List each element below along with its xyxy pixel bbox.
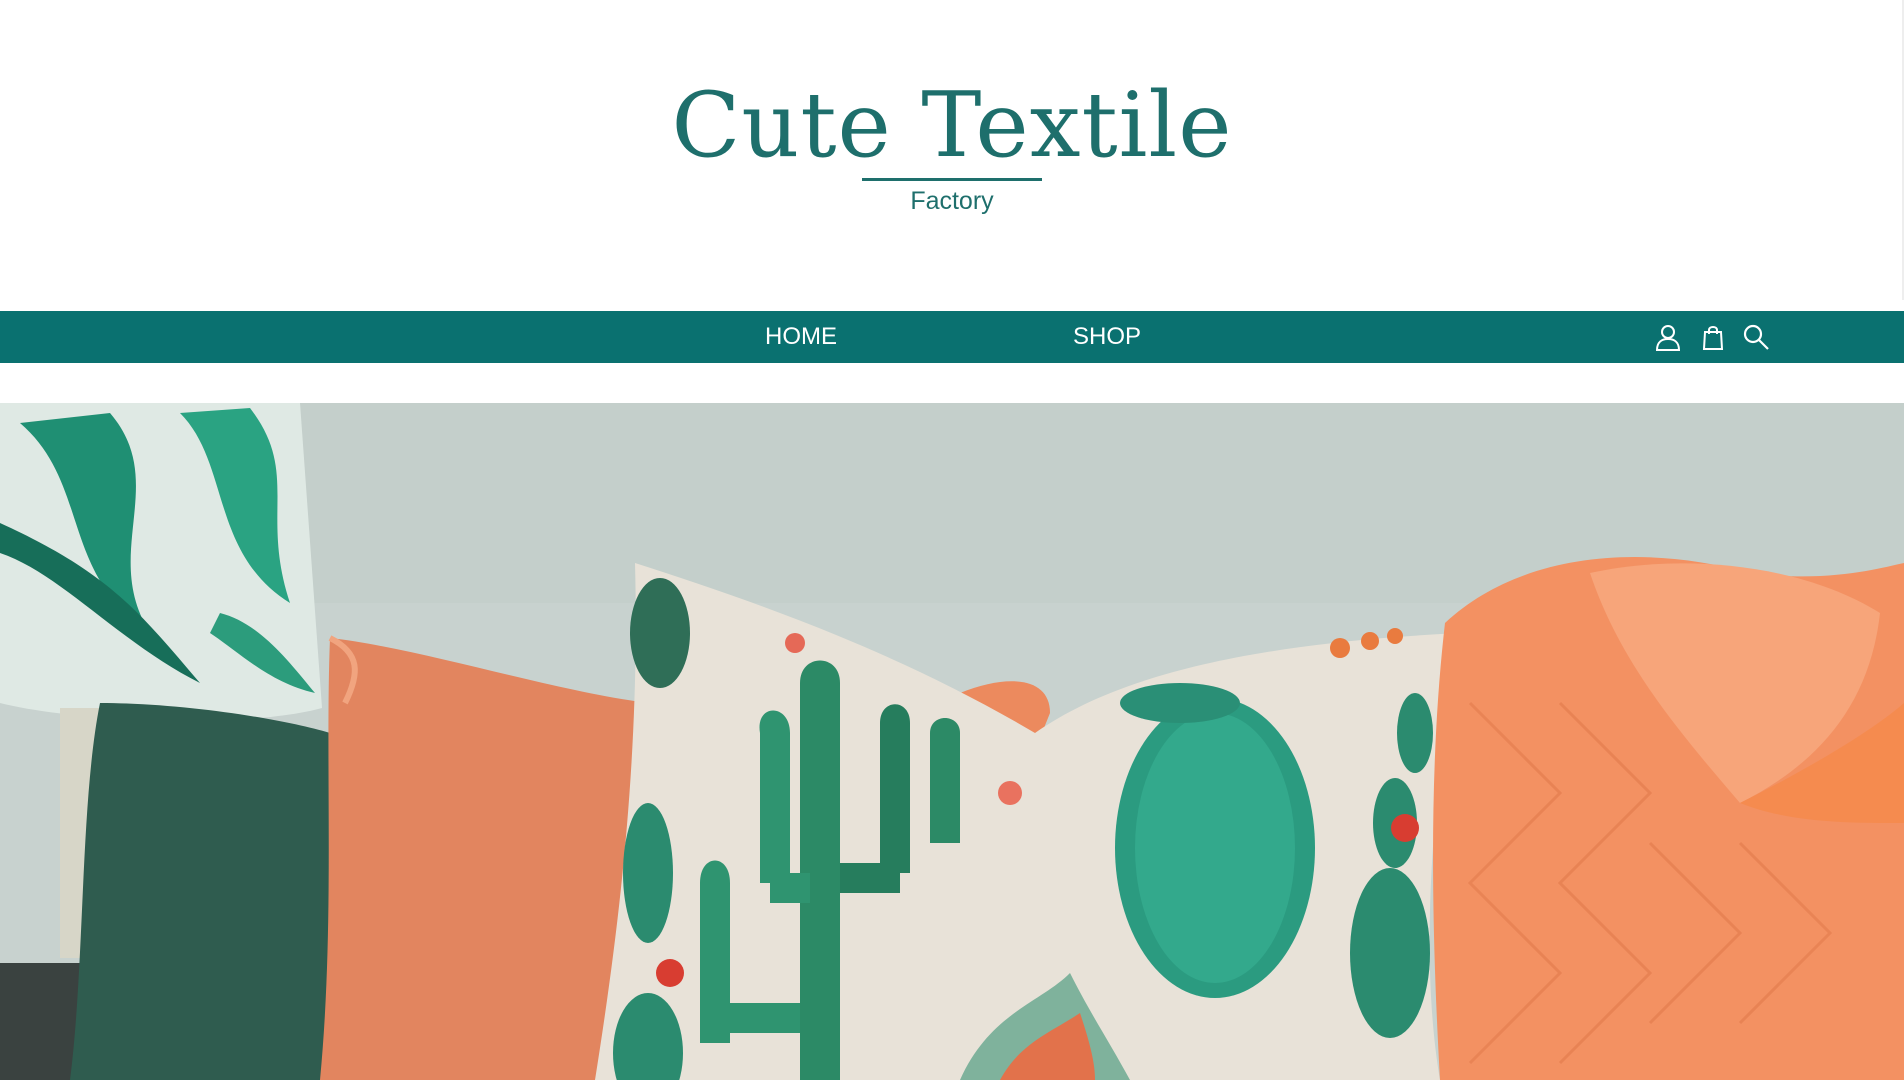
site-header: Cute Textile Factory — [0, 0, 1904, 311]
main-nav: HOME SHOP — [0, 311, 1904, 363]
nav-shop-link[interactable]: SHOP — [1073, 311, 1141, 363]
search-icon[interactable] — [1742, 323, 1770, 351]
logo-title: Cute Textile — [671, 73, 1233, 178]
shopping-bag-icon[interactable] — [1699, 323, 1727, 351]
hero-image — [0, 403, 1904, 1080]
logo-divider — [862, 178, 1042, 181]
logo-subtitle: Factory — [910, 187, 994, 215]
nav-home-link[interactable]: HOME — [765, 311, 837, 363]
site-logo[interactable]: Cute Textile Factory — [0, 78, 1904, 216]
user-icon[interactable] — [1654, 323, 1682, 351]
